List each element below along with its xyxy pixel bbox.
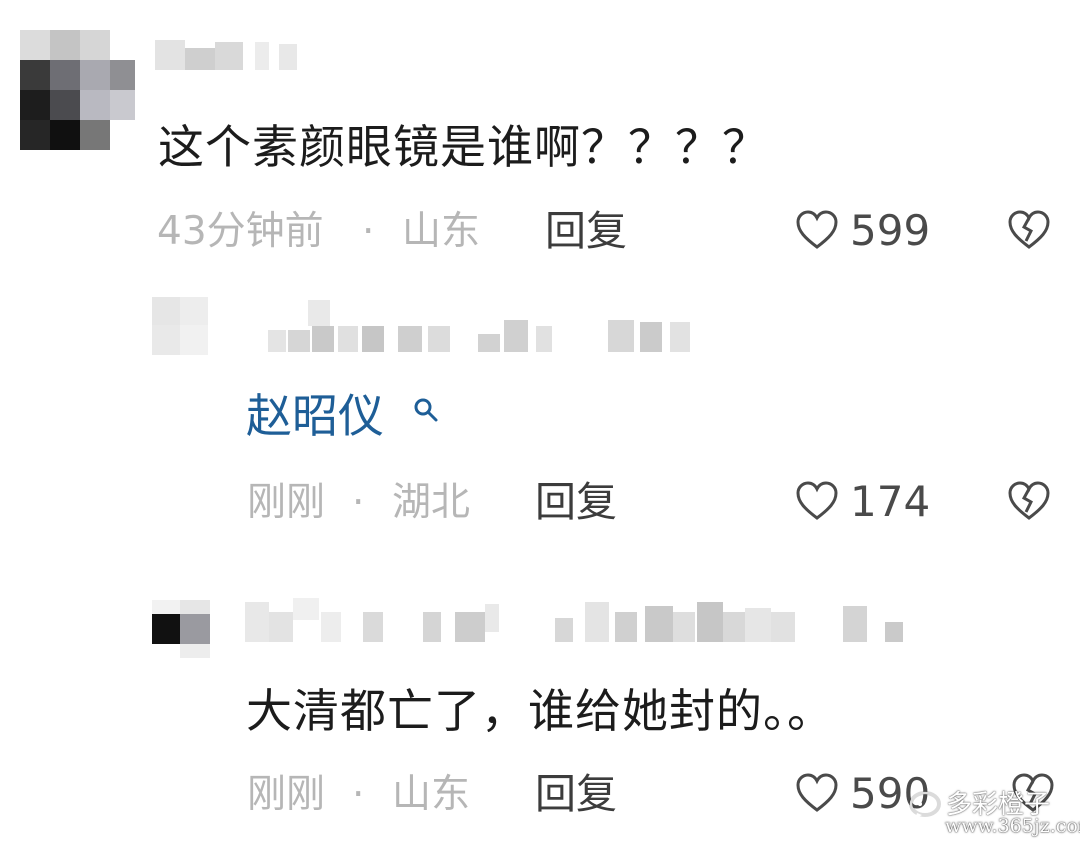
comment-location: 山东 [402,209,481,254]
heart-outline-icon[interactable] [795,772,839,814]
reply-button[interactable]: 回复 [535,774,617,815]
meta-separator: · [352,480,365,525]
avatar[interactable] [152,600,210,658]
broken-heart-icon[interactable] [1006,209,1052,251]
search-icon[interactable] [412,396,440,424]
mention-link[interactable]: 赵昭仪 [246,393,384,439]
comment-time: 刚刚 [247,772,326,817]
meta-separator: · [352,772,365,817]
reply-button[interactable]: 回复 [535,482,617,523]
comment-text: 这个素颜眼镜是谁啊？？？？ [158,120,769,174]
comment-location: 湖北 [392,480,471,525]
comment-time: 43分钟前 [157,209,324,254]
chat-bubble-icon [908,789,942,821]
username[interactable] [268,300,693,355]
watermark-url: www.365jz.com [945,815,1080,837]
avatar[interactable] [20,30,135,150]
like-count: 174 [850,477,931,526]
reply-button[interactable]: 回复 [545,211,627,252]
avatar[interactable] [152,297,208,355]
username[interactable] [155,38,305,72]
broken-heart-icon[interactable] [1006,480,1052,522]
comment-time: 刚刚 [247,480,326,525]
meta-separator: · [362,209,375,254]
like-count: 599 [850,206,931,255]
username[interactable] [245,598,920,646]
heart-outline-icon[interactable] [795,480,839,522]
comment-text: 大清都亡了，谁给她封的。。 [246,684,834,738]
heart-outline-icon[interactable] [795,209,839,251]
comment-location: 山东 [392,772,471,817]
